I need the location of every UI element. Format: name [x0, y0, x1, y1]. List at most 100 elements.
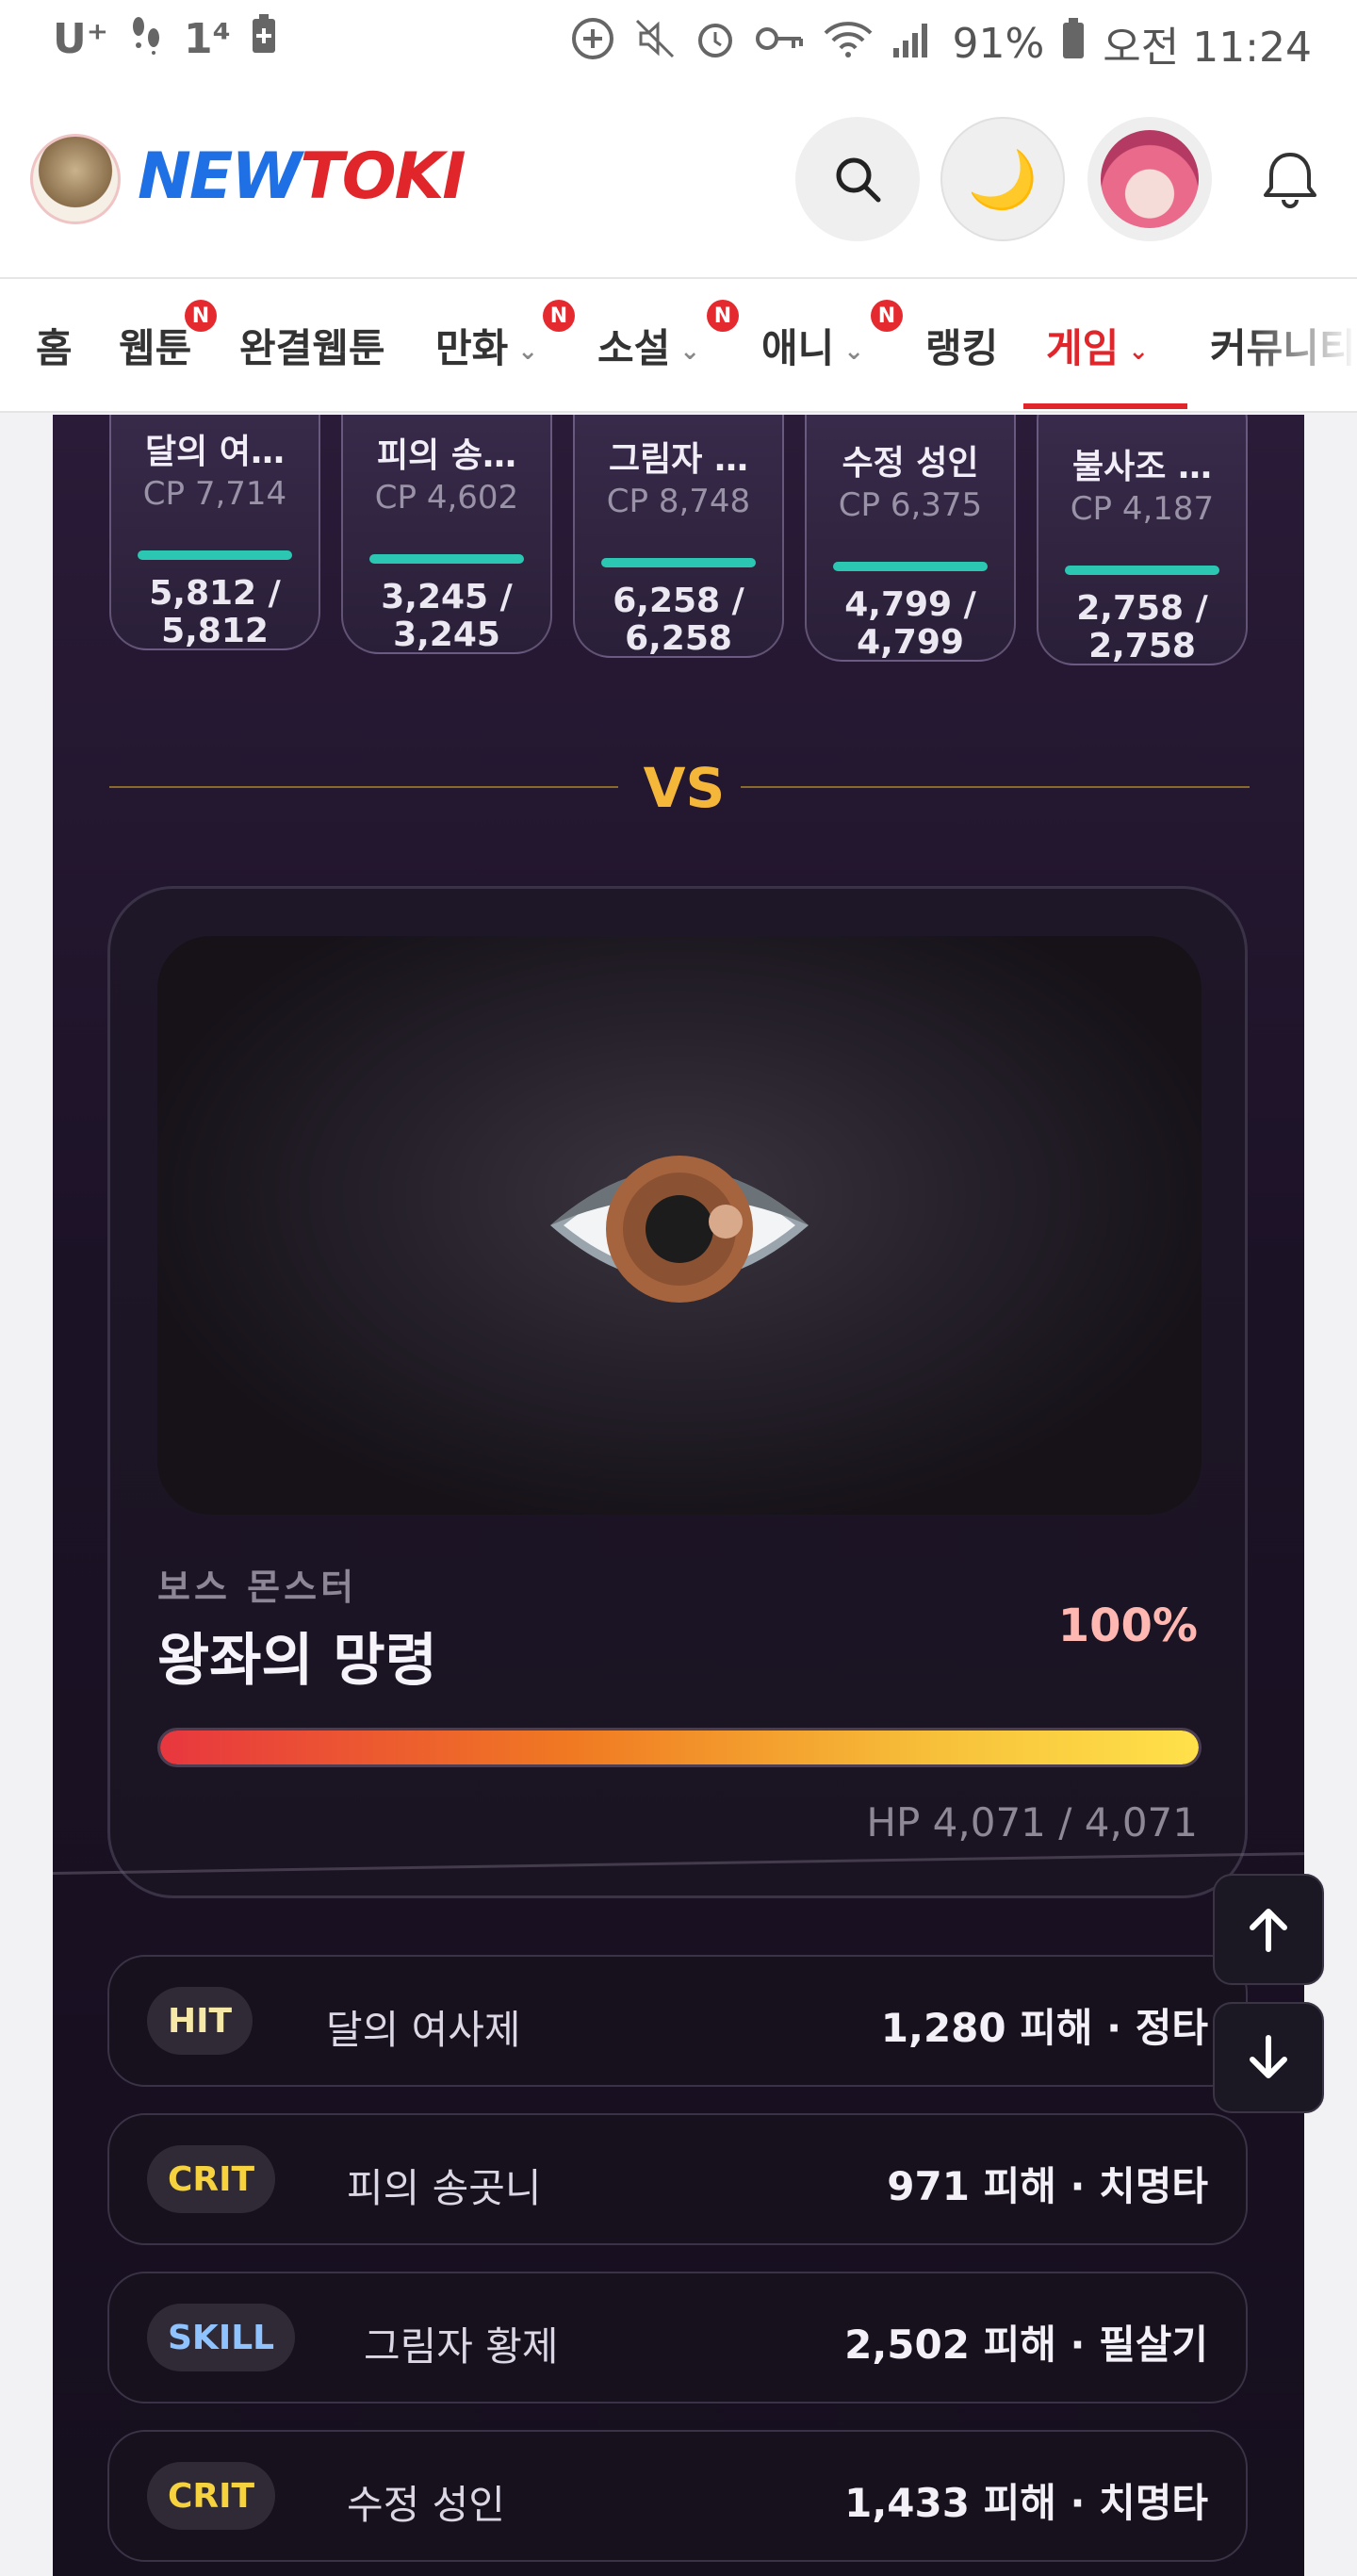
- boss-name: 왕좌의 망령: [157, 1628, 437, 1694]
- nav-label: 완결웹툰: [239, 325, 385, 371]
- arrow-up-icon: [1250, 1909, 1287, 1952]
- hero-card[interactable]: 피의 송… CP 4,602 3,245 / 3,245: [341, 415, 552, 654]
- site-logo[interactable]: NEWTOKI: [138, 139, 466, 214]
- wifi-icon: [822, 18, 875, 70]
- battle-log-item: CRIT 수정 성인 1,433 피해 · 치명타: [107, 2430, 1248, 2562]
- hero-name: 달의 여…: [145, 433, 285, 471]
- vs-label: VS: [643, 756, 726, 820]
- nav-item-webtoon[interactable]: 웹툰 N: [119, 300, 217, 374]
- hero-card[interactable]: 그림자 … CP 8,748 6,258 / 6,258: [573, 415, 784, 658]
- nav-label: 소설: [597, 325, 671, 371]
- scroll-bottom-button[interactable]: [1213, 2002, 1324, 2113]
- vs-divider-right: [741, 786, 1250, 788]
- log-result: 2,502 피해 · 필살기: [844, 2322, 1208, 2368]
- theme-toggle-button[interactable]: 🌙: [940, 117, 1065, 241]
- vs-divider-left: [109, 786, 618, 788]
- footsteps-icon: [127, 13, 165, 65]
- crit-tag: CRIT: [147, 2145, 276, 2213]
- nav-item-home[interactable]: 홈: [36, 317, 73, 374]
- main-nav: 홈 웹툰 N 완결웹툰 만화⌄ N 소설⌄ N 애니⌄ N 랭킹 게임⌄ 커뮤니…: [0, 279, 1357, 413]
- new-badge: N: [871, 300, 903, 332]
- nav-item-manga[interactable]: 만화 ⌄ N: [435, 300, 575, 374]
- mute-icon: [633, 17, 677, 71]
- boss-hp-bar: [157, 1728, 1202, 1767]
- chevron-down-icon: ⌄: [517, 336, 539, 366]
- hero-hp-max: 6,258: [625, 619, 732, 658]
- eye-icon: [550, 1156, 809, 1303]
- hero-card[interactable]: 수정 성인 CP 6,375 4,799 / 4,799: [805, 415, 1016, 662]
- hero-hp: 3,245 / 3,245: [343, 579, 550, 654]
- log-actor: 피의 송곳니: [347, 2165, 542, 2211]
- nav-item-novel[interactable]: 소설 ⌄ N: [597, 300, 739, 374]
- log-actor: 수정 성인: [347, 2482, 505, 2528]
- hero-hp-current: 4,799 /: [844, 585, 976, 624]
- nav-item-game[interactable]: 게임 ⌄: [1046, 317, 1149, 374]
- hero-card[interactable]: 달의 여… CP 7,714 5,812 / 5,812: [109, 415, 320, 650]
- nav-label: 게임: [1046, 325, 1120, 371]
- log-actor: 달의 여사제: [326, 2007, 521, 2053]
- bell-icon[interactable]: [1257, 147, 1323, 213]
- hero-cp: CP 6,375: [838, 486, 983, 524]
- battle-log-item: HIT 달의 여사제 1,280 피해 · 정타: [107, 1955, 1248, 2087]
- profile-avatar-button[interactable]: [1087, 117, 1212, 241]
- hero-hp-max: 5,812: [161, 612, 269, 650]
- hero-hp-bar: [833, 562, 988, 571]
- chevron-down-icon: ⌄: [1128, 336, 1150, 366]
- hero-name: 피의 송…: [377, 436, 516, 475]
- log-result: 971 피해 · 치명타: [887, 2163, 1208, 2209]
- status-bar: U⁺ 1⁴ 91% 오전 11:24: [0, 0, 1357, 81]
- crit-tag: CRIT: [147, 2462, 276, 2530]
- hero-hp-max: 2,758: [1088, 627, 1196, 665]
- vpn-key-icon: [754, 20, 805, 68]
- boss-portrait: [157, 936, 1202, 1515]
- skill-tag: SKILL: [147, 2304, 296, 2371]
- logo-toki: TOKI: [300, 139, 466, 214]
- hero-name: 불사조 …: [1072, 448, 1212, 486]
- new-badge: N: [543, 300, 575, 332]
- hero-hp-current: 2,758 /: [1076, 589, 1208, 628]
- chevron-down-icon: ⌄: [679, 336, 701, 366]
- status-left: U⁺ 1⁴: [53, 13, 278, 65]
- nav-label: 애니: [761, 325, 835, 371]
- boss-hp-fill: [160, 1731, 1199, 1764]
- carrier-label: U⁺: [53, 15, 108, 63]
- hero-cp: CP 7,714: [142, 475, 287, 513]
- boss-card: 보스 몬스터 왕좌의 망령 100% HP 4,071 / 4,071: [107, 886, 1248, 1898]
- boss-hp-text: HP 4,071 / 4,071: [866, 1799, 1198, 1846]
- battery-saver-icon: [250, 13, 278, 65]
- hero-hp: 5,812 / 5,812: [111, 575, 319, 650]
- hero-cp: CP 8,748: [606, 483, 751, 520]
- nav-item-completed-webtoon[interactable]: 완결웹툰: [239, 317, 385, 374]
- new-badge: N: [707, 300, 739, 332]
- nav-label: 랭킹: [925, 325, 999, 371]
- hero-hp-bar: [369, 554, 524, 564]
- nav-item-ranking[interactable]: 랭킹: [925, 317, 998, 374]
- avatar: [1101, 130, 1199, 228]
- nav-item-anime[interactable]: 애니 ⌄ N: [761, 300, 903, 374]
- status-right: 91% 오전 11:24: [569, 13, 1312, 74]
- search-icon: [836, 157, 881, 203]
- alarm-icon: [694, 17, 737, 71]
- raid-game-panel: 달의 여… CP 7,714 5,812 / 5,812 피의 송… CP 4,…: [53, 415, 1304, 2576]
- hero-hp-bar: [1065, 566, 1219, 575]
- logo-mascot-icon[interactable]: [30, 134, 121, 224]
- hero-card[interactable]: 불사조 … CP 4,187 2,758 / 2,758: [1037, 415, 1248, 665]
- moon-icon: 🌙: [967, 146, 1038, 213]
- nav-label: 만화: [435, 325, 509, 371]
- search-button[interactable]: [795, 117, 920, 241]
- hero-hp-current: 5,812 /: [149, 574, 281, 613]
- site-header: NEWTOKI 🌙: [0, 81, 1357, 279]
- arrow-down-icon: [1250, 2035, 1287, 2078]
- hero-hp-max: 4,799: [857, 623, 964, 662]
- nav-label: 홈: [36, 325, 73, 371]
- hero-cp: CP 4,602: [374, 479, 519, 517]
- hero-hp-max: 3,245: [393, 615, 500, 654]
- hero-hp: 2,758 / 2,758: [1038, 590, 1246, 665]
- active-tab-indicator: [1023, 403, 1187, 409]
- log-result: 1,280 피해 · 정타: [880, 2005, 1208, 2051]
- log-result: 1,433 피해 · 치명타: [844, 2480, 1208, 2526]
- data-saver-icon: [569, 15, 616, 73]
- scroll-top-button[interactable]: [1213, 1874, 1324, 1985]
- nav-label: 웹툰: [119, 325, 192, 371]
- boss-hp-percent: 100%: [1057, 1600, 1198, 1652]
